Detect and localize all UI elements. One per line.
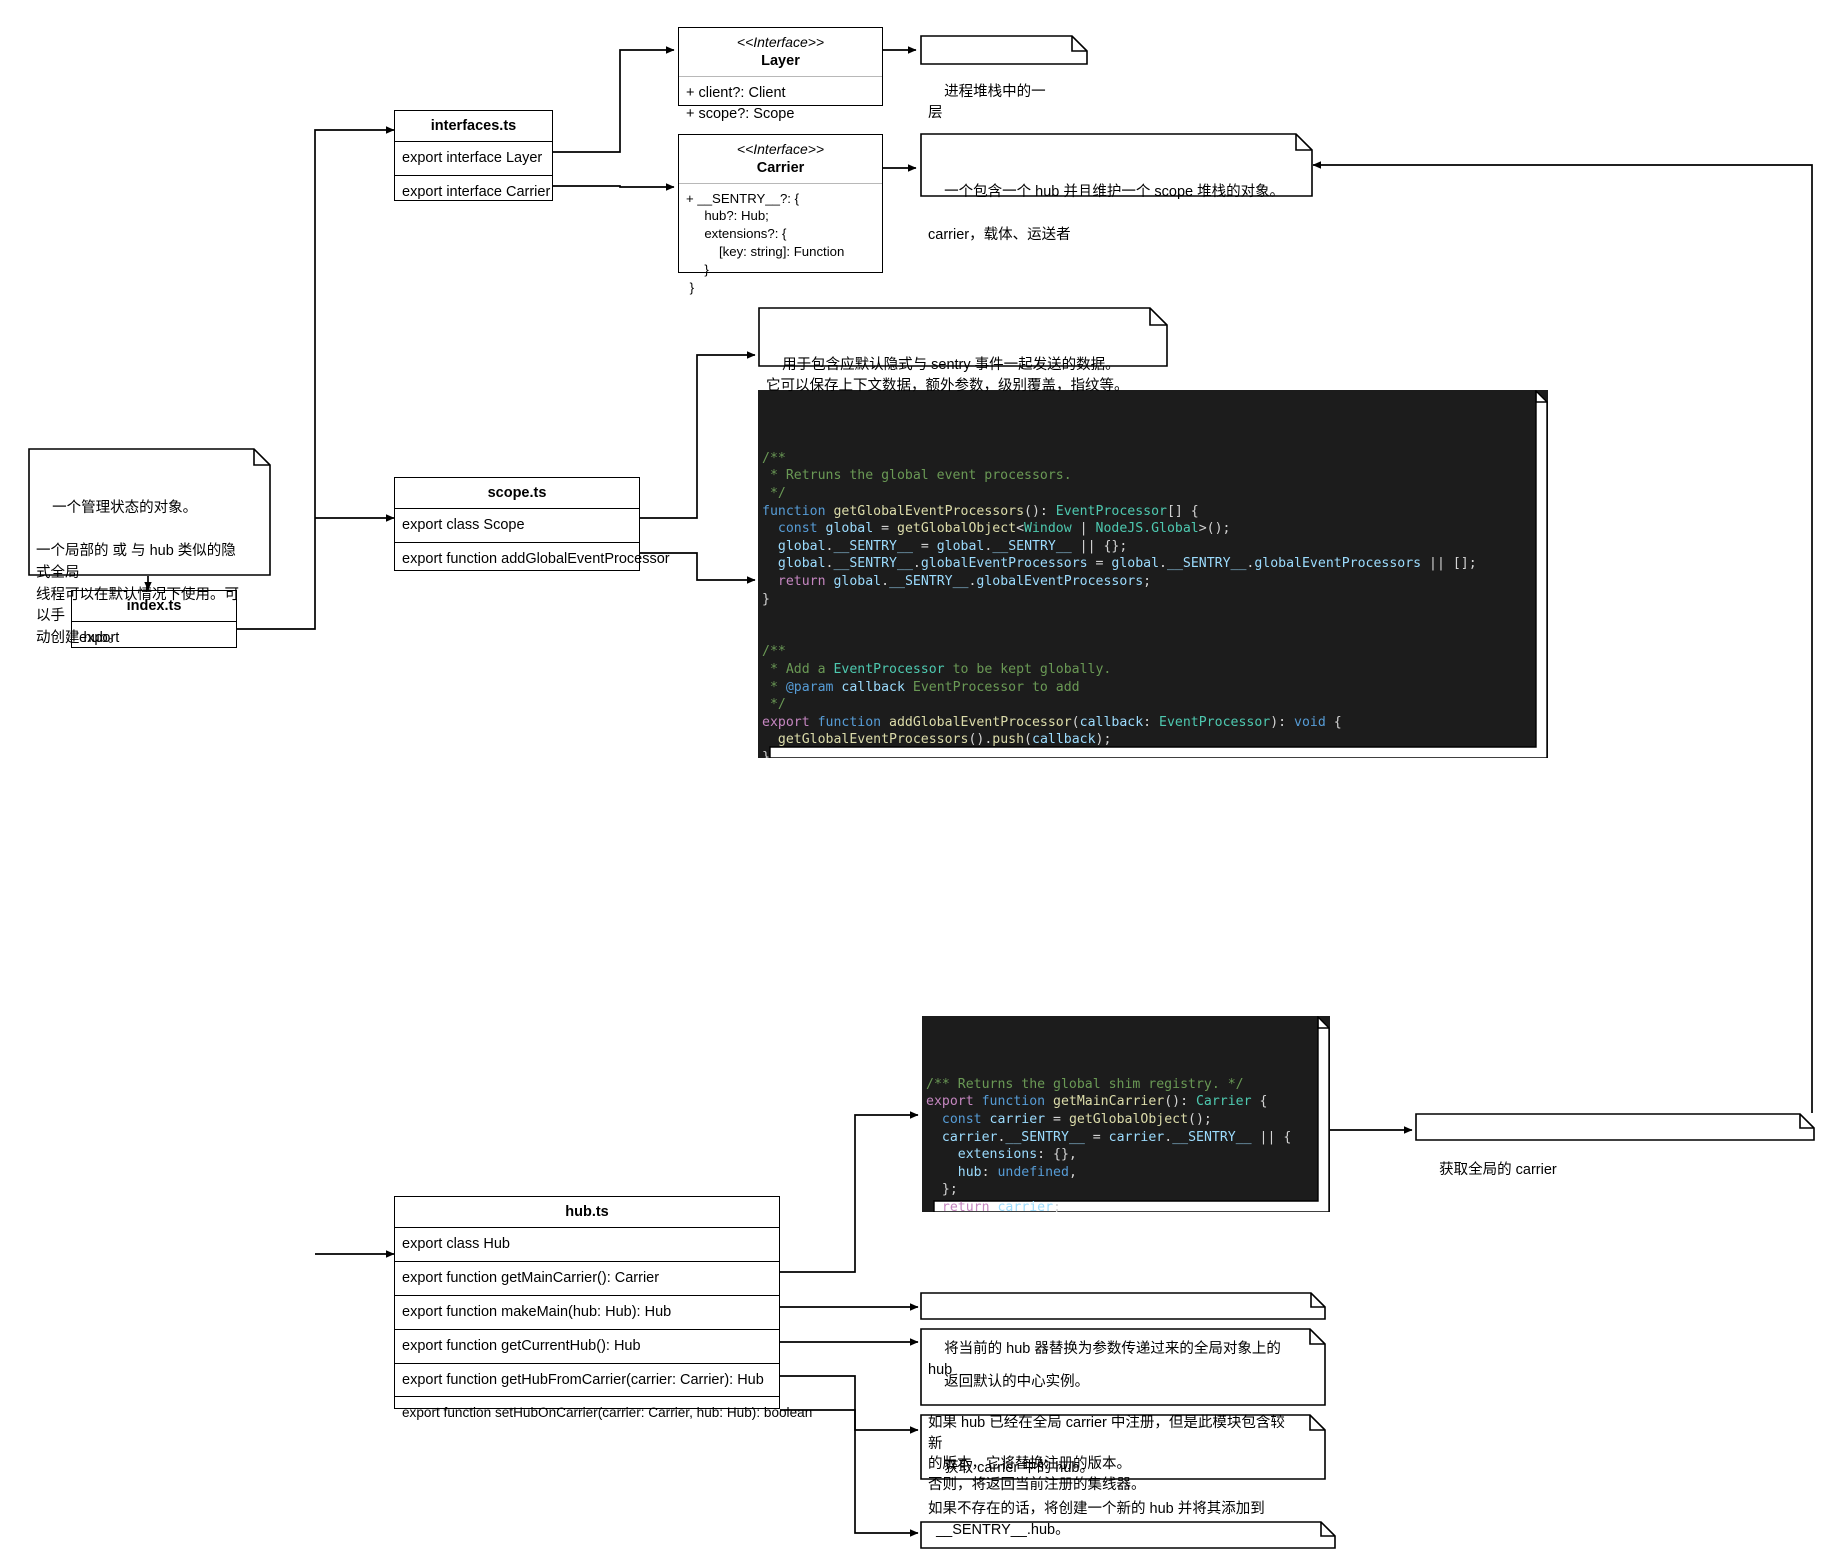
- class-member-row-get-current-hub[interactable]: export function getCurrentHub(): Hub: [395, 1330, 779, 1364]
- class-member-row-make-main[interactable]: export function makeMain(hub: Hub): Hub: [395, 1296, 779, 1330]
- note-make-main: 将当前的 hub 器替换为参数传递过来的全局对象上的 hub: [920, 1292, 1326, 1378]
- interface-box-carrier[interactable]: <<Interface>> Carrier + __SENTRY__?: { h…: [678, 134, 883, 295]
- diagram-canvas: 一个管理状态的对象。 一个局部的 或 与 hub 类似的隐式全局 线程可以在默认…: [0, 0, 1831, 1561]
- note-carrier-description: 一个包含一个 hub 并且维护一个 scope 堆栈的对象。 carrier，载…: [920, 133, 1313, 243]
- class-box-hub-ts[interactable]: hub.ts export class Hub export function …: [394, 1196, 812, 1420]
- interface-attributes: + __SENTRY__?: { hub?: Hub; extensions?:…: [686, 190, 845, 295]
- note-get-main-carrier: 获取全局的 carrier: [1415, 1113, 1815, 1178]
- note-scope-description: 用于包含应默认隐式与 sentry 事件一起发送的数据。 它可以保存上下文数据，…: [758, 307, 1168, 394]
- class-box-title: interfaces.ts: [395, 111, 552, 143]
- class-box-title: hub.ts: [395, 1197, 779, 1229]
- interface-box-title: <<Interface>> Layer: [679, 28, 882, 77]
- note-text: 进程堆栈中的一层: [928, 83, 1046, 122]
- class-member-row-set-hub-on-carrier[interactable]: export function setHubOnCarrier(carrier:…: [395, 1397, 812, 1429]
- class-member-row-add-global-event-processor[interactable]: export function addGlobalEventProcessor: [395, 543, 670, 576]
- note-text: 用于包含应默认隐式与 sentry 事件一起发送的数据。 它可以保存上下文数据，…: [766, 356, 1129, 395]
- class-member-row-get-hub-from-carrier[interactable]: export function getHubFromCarrier(carrie…: [395, 1364, 779, 1398]
- class-member-row-carrier[interactable]: export interface Carrier: [395, 176, 552, 209]
- note-text: 一个包含一个 hub 并且维护一个 scope 堆栈的对象。 carrier，载…: [928, 183, 1285, 244]
- interface-name: Layer: [761, 52, 800, 69]
- interface-attributes: + client?: Client + scope?: Scope: [686, 84, 795, 122]
- class-member-row-scope-class[interactable]: export class Scope: [395, 509, 639, 543]
- code-content: /** Returns the global shim registry. */…: [926, 1076, 1292, 1212]
- class-member-row-layer[interactable]: export interface Layer: [395, 142, 552, 176]
- code-block-hub: /** Returns the global shim registry. */…: [922, 1016, 1330, 1212]
- interface-box-layer[interactable]: <<Interface>> Layer + client?: Client + …: [678, 27, 883, 122]
- note-text: 获取全局的 carrier: [1439, 1161, 1557, 1178]
- interface-name: Carrier: [756, 159, 805, 176]
- stereotype-label: <<Interface>>: [736, 141, 825, 157]
- connector-lines: [144, 46, 1813, 1537]
- class-box-scope-ts[interactable]: scope.ts export class Scope export funct…: [394, 477, 670, 571]
- interface-box-title: <<Interface>> Carrier: [679, 135, 882, 184]
- code-block-scope: /** * Retruns the global event processor…: [758, 390, 1548, 758]
- code-content: /** * Retruns the global event processor…: [762, 450, 1477, 758]
- class-member-row-hub-class[interactable]: export class Hub: [395, 1228, 779, 1262]
- class-box-interfaces-ts[interactable]: interfaces.ts export interface Layer exp…: [394, 110, 553, 201]
- note-get-current-hub: 返回默认的中心实例。 如果 hub 已经在全局 carrier 中注册，但是此模…: [920, 1328, 1326, 1493]
- note-index-description: 一个管理状态的对象。 一个局部的 或 与 hub 类似的隐式全局 线程可以在默认…: [28, 448, 271, 646]
- class-member-row-get-main-carrier[interactable]: export function getMainCarrier(): Carrie…: [395, 1262, 779, 1296]
- stereotype-label: <<Interface>>: [736, 34, 825, 50]
- note-layer-description: 进程堆栈中的一层: [920, 35, 1088, 121]
- class-box-title: scope.ts: [395, 478, 639, 510]
